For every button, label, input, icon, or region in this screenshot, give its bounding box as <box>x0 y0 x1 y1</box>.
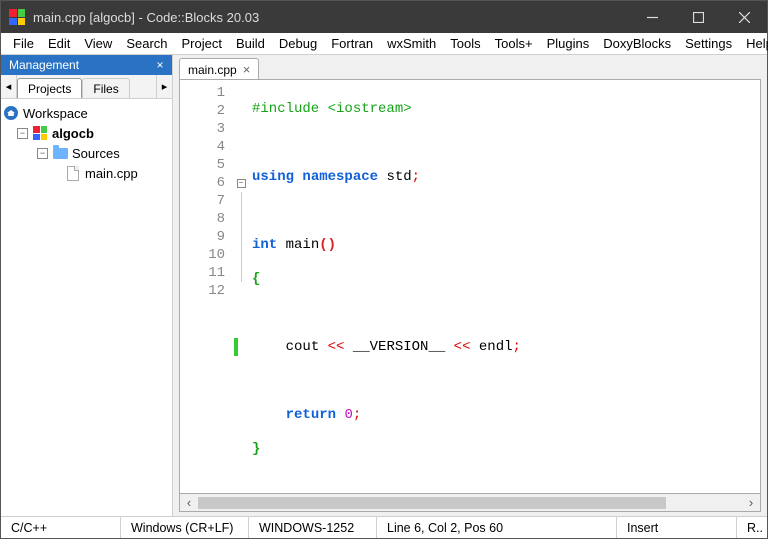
home-icon <box>3 105 19 121</box>
scroll-left-icon[interactable]: ‹ <box>180 495 198 510</box>
collapse-icon[interactable]: − <box>17 128 28 139</box>
minimize-button[interactable] <box>629 1 675 33</box>
menu-debug[interactable]: Debug <box>273 35 323 52</box>
tab-files[interactable]: Files <box>82 78 129 98</box>
menu-search[interactable]: Search <box>120 35 173 52</box>
title-bar: main.cpp [algocb] - Code::Blocks 20.03 <box>1 1 767 33</box>
menu-wxsmith[interactable]: wxSmith <box>381 35 442 52</box>
status-bar: C/C++ Windows (CR+LF) WINDOWS-1252 Line … <box>1 516 767 538</box>
menu-settings[interactable]: Settings <box>679 35 738 52</box>
menu-build[interactable]: Build <box>230 35 271 52</box>
fold-toggle-icon[interactable]: − <box>237 179 246 188</box>
horizontal-scrollbar[interactable]: ‹ › <box>179 494 761 512</box>
editor-tab-close-icon[interactable]: × <box>243 62 251 77</box>
tree-sources-label: Sources <box>72 146 120 161</box>
menu-tools[interactable]: Tools <box>444 35 486 52</box>
management-tab-prev[interactable]: ◂ <box>1 75 17 98</box>
tree-file-label: main.cpp <box>85 166 138 181</box>
window-title: main.cpp [algocb] - Code::Blocks 20.03 <box>33 10 629 25</box>
tree-workspace[interactable]: Workspace <box>3 103 170 123</box>
menu-toolsplus[interactable]: Tools+ <box>489 35 539 52</box>
scroll-thumb[interactable] <box>198 497 666 509</box>
editor-zone: main.cpp × 1 2 3 4 5 6 7 8 9 10 11 12 − <box>173 55 767 516</box>
status-language[interactable]: C/C++ <box>1 517 121 538</box>
editor-tab-main[interactable]: main.cpp × <box>179 58 259 79</box>
tree-project-label: algocb <box>52 126 94 141</box>
status-insert-mode[interactable]: Insert <box>617 517 737 538</box>
management-close-button[interactable]: × <box>152 58 168 72</box>
scroll-right-icon[interactable]: › <box>742 495 760 510</box>
status-encoding[interactable]: WINDOWS-1252 <box>249 517 377 538</box>
line-number-gutter: 1 2 3 4 5 6 7 8 9 10 11 12 <box>180 80 234 493</box>
file-icon <box>65 165 81 181</box>
menu-plugins[interactable]: Plugins <box>541 35 596 52</box>
status-position: Line 6, Col 2, Pos 60 <box>377 517 617 538</box>
codeblocks-project-icon <box>32 125 48 141</box>
change-marker <box>234 338 238 356</box>
editor-tab-label: main.cpp <box>188 63 237 77</box>
management-panel: Management × ◂ Projects Files ▸ Workspac… <box>1 55 173 516</box>
tree-sources-folder[interactable]: − Sources <box>3 143 170 163</box>
status-extra[interactable]: R.. <box>737 517 767 538</box>
project-tree[interactable]: Workspace − algocb − Sources main.cpp <box>1 99 172 516</box>
tree-workspace-label: Workspace <box>23 106 88 121</box>
menu-bar: File Edit View Search Project Build Debu… <box>1 33 767 55</box>
menu-fortran[interactable]: Fortran <box>325 35 379 52</box>
menu-project[interactable]: Project <box>176 35 228 52</box>
menu-edit[interactable]: Edit <box>42 35 76 52</box>
management-tab-next[interactable]: ▸ <box>156 75 172 98</box>
menu-help[interactable]: Help <box>740 35 768 52</box>
menu-file[interactable]: File <box>7 35 40 52</box>
app-logo-icon <box>9 9 25 25</box>
code-area[interactable]: #include <iostream> using namespace std;… <box>248 80 760 493</box>
menu-doxyblocks[interactable]: DoxyBlocks <box>597 35 677 52</box>
management-title: Management <box>9 58 79 72</box>
status-eol[interactable]: Windows (CR+LF) <box>121 517 249 538</box>
fold-column: − <box>234 80 248 493</box>
maximize-button[interactable] <box>675 1 721 33</box>
menu-view[interactable]: View <box>78 35 118 52</box>
management-header: Management × <box>1 55 172 75</box>
editor-tabs: main.cpp × <box>173 55 767 79</box>
collapse-icon[interactable]: − <box>37 148 48 159</box>
folder-icon <box>52 145 68 161</box>
tree-file-main[interactable]: main.cpp <box>3 163 170 183</box>
management-tabs: ◂ Projects Files ▸ <box>1 75 172 99</box>
tree-project[interactable]: − algocb <box>3 123 170 143</box>
tab-projects[interactable]: Projects <box>17 78 82 98</box>
code-editor[interactable]: 1 2 3 4 5 6 7 8 9 10 11 12 − <box>179 79 761 494</box>
scroll-track[interactable] <box>198 496 742 510</box>
close-button[interactable] <box>721 1 767 33</box>
